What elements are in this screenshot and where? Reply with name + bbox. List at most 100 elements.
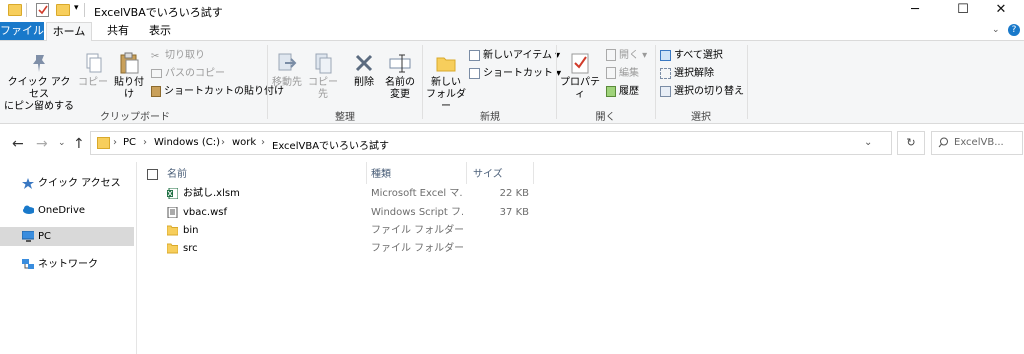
column-header-size[interactable]: サイズ [473,166,533,184]
up-button[interactable]: ↑ [73,136,85,152]
crumb-separator-icon[interactable]: › [221,137,225,148]
folder-icon [167,225,178,236]
forward-button[interactable]: → [36,136,48,152]
group-divider [556,45,557,119]
file-row[interactable]: bin ファイル フォルダー [137,222,1024,239]
new-item-button[interactable]: 新しいアイテム ▾ [469,49,560,63]
help-icon[interactable]: ? [1008,24,1020,36]
select-none-button[interactable]: 選択解除 [660,67,714,81]
paste-icon [117,51,141,75]
easy-access-button[interactable]: ショートカット ▾ [469,67,561,81]
column-divider[interactable] [366,162,367,184]
organize-group-label: 整理 [335,112,355,123]
recent-locations-icon[interactable]: ⌄ [58,138,66,148]
search-box[interactable]: ExcelVB... [931,131,1023,155]
select-none-icon [660,67,671,79]
file-row[interactable]: src ファイル フォルダー [137,240,1024,257]
nav-label: OneDrive [38,205,86,216]
file-type: Microsoft Excel マ... [371,188,463,199]
address-bar[interactable]: › PC › Windows (C:) › work › ExcelVBAでいろ… [90,131,892,155]
tab-share[interactable]: 共有 [98,22,138,40]
rename-label: 名前の 変更 [385,77,415,100]
paste-button[interactable]: 貼り付け [110,51,148,101]
properties-icon [568,51,592,75]
minimize-button[interactable]: ─ [892,0,938,20]
column-header-name[interactable]: 名前 [167,166,367,184]
history-label: 履歴 [619,86,639,97]
select-all-checkbox[interactable] [147,169,158,180]
new-folder-icon [434,51,458,75]
tab-file[interactable]: ファイル [0,22,44,40]
edit-button[interactable]: 編集 [606,67,639,81]
copy-to-button[interactable]: コピー先 [305,51,341,101]
crumb-separator-icon[interactable]: › [261,137,265,148]
tab-home[interactable]: ホーム [46,22,92,41]
paste-label: 貼り付け [114,77,144,100]
move-to-button[interactable]: 移動先 [270,51,304,89]
back-button[interactable]: ← [12,136,24,152]
search-input[interactable]: ExcelVB... [954,137,1004,148]
rename-icon [388,51,412,75]
close-button[interactable]: ✕ [978,0,1024,20]
select-all-button[interactable]: すべて選択 [660,49,723,63]
delete-button[interactable]: 削除 [350,51,378,89]
divider [26,3,27,17]
move-to-label: 移動先 [272,77,302,88]
history-button[interactable]: 履歴 [606,85,639,99]
nav-label: ネットワーク [38,259,98,270]
breadcrumb-current[interactable]: ExcelVBAでいろいろ試す [272,137,389,152]
file-row[interactable]: vbac.wsf Windows Script フ... 37 KB [137,204,1024,221]
select-all-icon [660,49,671,61]
pin-to-quick-access-button[interactable]: クイック アクセス にピン留めする [4,51,74,113]
group-divider [267,45,268,119]
folder-icon [97,137,110,149]
paste-shortcut-icon [151,85,161,97]
invert-selection-button[interactable]: 選択の切り替え [660,85,744,99]
address-dropdown-icon[interactable]: ⌄ [864,137,872,148]
open-button[interactable]: 開く ▾ [606,49,647,63]
breadcrumb-pc[interactable]: PC [123,137,136,148]
properties-button[interactable]: プロパティ [560,51,600,101]
copy-label: コピー [78,77,108,88]
open-icon [606,49,616,61]
folder-icon [8,4,22,16]
group-divider [747,45,748,119]
nav-label: PC [38,231,52,242]
file-name: bin [183,225,199,236]
clipboard-group-label: クリップボード [100,112,170,123]
breadcrumb-work[interactable]: work [232,137,256,148]
copy-button[interactable]: コピー [78,51,108,89]
properties-quick-icon[interactable] [36,3,49,17]
new-folder-button[interactable]: 新しい フォルダー [426,51,466,113]
expand-ribbon-icon[interactable]: ⌄ [992,25,1000,35]
new-folder-quick-icon[interactable] [56,4,70,16]
ribbon: クイック アクセス にピン留めする コピー 貼り付け ✂ 切り取り パスのコピー … [0,41,1024,124]
crumb-separator-icon[interactable]: › [113,137,117,148]
nav-item-pc[interactable]: PC [0,227,134,246]
file-row[interactable]: お試し.xlsm Microsoft Excel マ... 22 KB [137,185,1024,202]
nav-label: クイック アクセス [38,178,121,189]
nav-item-quick-access[interactable]: クイック アクセス [0,174,134,193]
paste-shortcut-button[interactable]: ショートカットの貼り付け [151,85,284,99]
copy-path-button[interactable]: パスのコピー [151,67,225,81]
open-group-label: 開く [595,112,616,123]
edit-icon [606,67,616,79]
nav-item-network[interactable]: ネットワーク [0,255,134,274]
delete-icon [352,51,376,75]
breadcrumb-drive[interactable]: Windows (C:) [154,137,220,148]
pc-icon [22,231,34,242]
nav-item-onedrive[interactable]: OneDrive [0,201,134,220]
column-divider[interactable] [533,162,534,184]
cut-button[interactable]: ✂ 切り取り [151,49,205,63]
select-all-label: すべて選択 [674,50,723,61]
column-header-type[interactable]: 種類 [371,166,461,184]
refresh-button[interactable]: ↻ [897,131,925,155]
quick-access-dropdown-icon[interactable]: ▾ [74,3,79,13]
rename-button[interactable]: 名前の 変更 [382,51,418,101]
pin-icon [27,51,51,75]
tab-view[interactable]: 表示 [140,22,180,40]
column-divider[interactable] [466,162,467,184]
file-name: お試し.xlsm [183,188,240,199]
crumb-separator-icon[interactable]: › [143,137,147,148]
history-icon [606,85,616,97]
